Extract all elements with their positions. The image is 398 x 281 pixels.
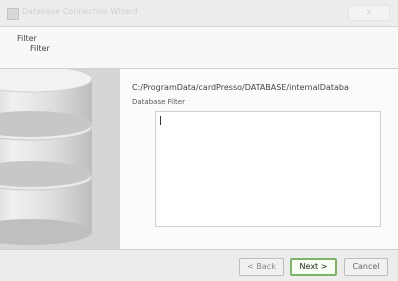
wizard-footer: < Back Next > Cancel [0,249,398,281]
database-filter-input[interactable] [155,111,381,227]
back-button[interactable]: < Back [239,258,284,276]
text-cursor [160,116,161,125]
close-button[interactable]: X [348,5,390,21]
database-graphic [0,69,120,249]
cancel-button[interactable]: Cancel [344,258,388,276]
database-filter-label: Database Filter [132,98,185,106]
database-stack-icon [0,69,120,249]
page-subtitle: Filter [30,44,50,53]
wizard-header: Filter Filter [0,27,398,69]
page-title: Filter [17,34,37,43]
wizard-content: C:/ProgramData/cardPresso/DATABASE/inter… [0,69,398,249]
next-button[interactable]: Next > [290,258,337,276]
database-path: C:/ProgramData/cardPresso/DATABASE/inter… [132,83,349,92]
window-title: Database Connection Wizard [22,7,138,16]
app-icon [7,8,19,20]
title-bar: Database Connection Wizard X [0,0,398,27]
